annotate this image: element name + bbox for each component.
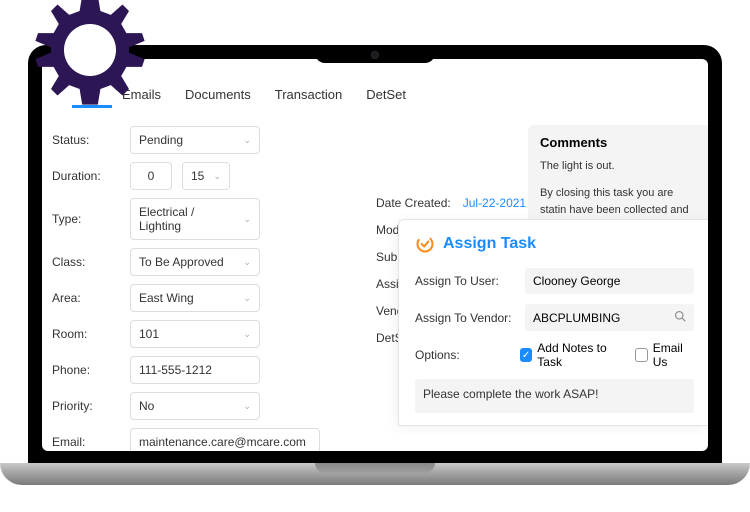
add-notes-checkbox[interactable]: ✓ Add Notes to Task xyxy=(520,341,622,369)
type-select[interactable]: Electrical / Lighting⌄ xyxy=(130,198,260,240)
area-label: Area: xyxy=(52,291,120,305)
laptop-base-notch xyxy=(315,463,435,473)
search-icon[interactable] xyxy=(674,310,686,325)
modal-title: Assign Task xyxy=(415,234,694,254)
chevron-down-icon: ⌄ xyxy=(213,171,221,182)
assign-vendor-input[interactable]: ABCPLUMBING xyxy=(525,304,694,331)
phone-input[interactable]: 111-555-1212 xyxy=(130,356,260,384)
room-select[interactable]: 101⌄ xyxy=(130,320,260,348)
chevron-down-icon: ⌄ xyxy=(243,135,251,146)
email-user-checkbox[interactable]: Email Us xyxy=(635,341,694,369)
assign-user-label: Assign To User: xyxy=(415,274,519,288)
type-label: Type: xyxy=(52,212,120,226)
options-label: Options: xyxy=(415,348,506,362)
email-label: Email: xyxy=(52,435,120,449)
laptop-camera-icon xyxy=(371,51,379,59)
priority-label: Priority: xyxy=(52,399,120,413)
status-label: Status: xyxy=(52,133,120,147)
checkbox-checked-icon: ✓ xyxy=(520,348,532,362)
class-select[interactable]: To Be Approved⌄ xyxy=(130,248,260,276)
tab-documents[interactable]: Documents xyxy=(185,87,251,106)
room-label: Room: xyxy=(52,327,120,341)
duration-label: Duration: xyxy=(52,169,120,183)
email-input[interactable]: maintenance.care@mcare.com xyxy=(130,428,320,451)
date-created-value: Jul-22-2021 xyxy=(463,196,526,210)
assign-task-modal: Assign Task Assign To User: Clooney Geor… xyxy=(398,219,708,426)
laptop-notch xyxy=(315,45,435,63)
assign-vendor-label: Assign To Vendor: xyxy=(415,311,519,325)
chevron-down-icon: ⌄ xyxy=(243,293,251,304)
tab-transaction[interactable]: Transaction xyxy=(275,87,342,106)
priority-select[interactable]: No⌄ xyxy=(130,392,260,420)
comments-title: Comments xyxy=(540,135,696,150)
duration-minutes-select[interactable]: 15⌄ xyxy=(182,162,230,190)
chevron-down-icon: ⌄ xyxy=(243,329,251,340)
gear-icon xyxy=(25,0,155,120)
tab-detset[interactable]: DetSet xyxy=(366,87,406,106)
duration-hours-input[interactable]: 0 xyxy=(130,162,172,190)
phone-label: Phone: xyxy=(52,363,120,377)
date-created-label: Date Created: xyxy=(376,196,451,210)
notes-textarea[interactable]: Please complete the work ASAP! xyxy=(415,379,694,413)
class-label: Class: xyxy=(52,255,120,269)
assign-user-input[interactable]: Clooney George xyxy=(525,268,694,294)
assign-icon xyxy=(415,234,435,254)
status-select[interactable]: Pending⌄ xyxy=(130,126,260,154)
checkbox-unchecked-icon xyxy=(635,348,647,362)
area-select[interactable]: East Wing⌄ xyxy=(130,284,260,312)
laptop-base xyxy=(0,463,750,485)
chevron-down-icon: ⌄ xyxy=(243,214,251,225)
chevron-down-icon: ⌄ xyxy=(243,401,251,412)
task-form: Status: Pending⌄ Duration: 0 15⌄ Type: xyxy=(52,126,372,451)
chevron-down-icon: ⌄ xyxy=(243,257,251,268)
